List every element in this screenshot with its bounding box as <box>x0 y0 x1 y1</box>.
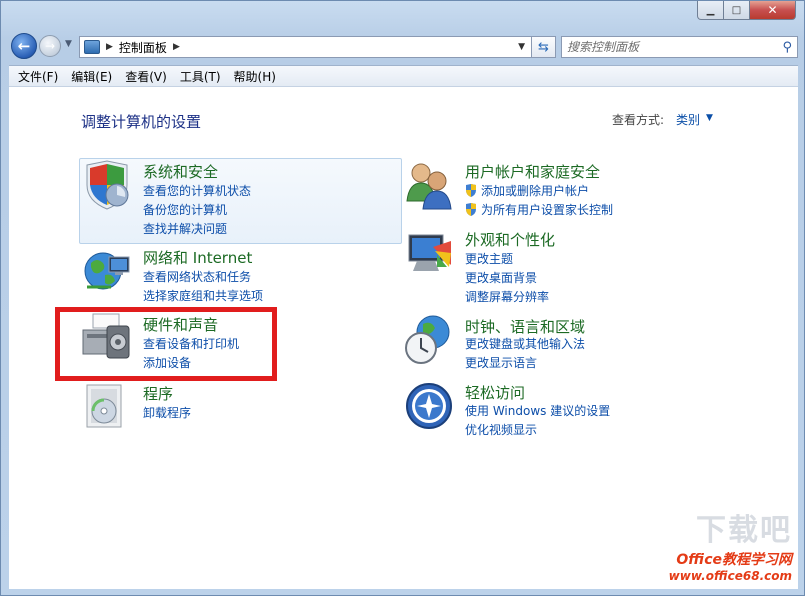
window-frame: ▁ □ ✕ ← → ▼ ▶ 控制面板 ▶ ▼ ⇆ ⚲ 文件(F) 编辑(E) 查… <box>0 0 805 596</box>
category-link[interactable]: 调整屏幕分辨率 <box>465 288 549 305</box>
address-dropdown-icon[interactable]: ▼ <box>518 42 525 52</box>
shield-icon <box>86 160 129 210</box>
menu-help[interactable]: 帮助(H) <box>229 68 281 85</box>
control-panel-icon <box>84 40 100 54</box>
menu-edit[interactable]: 编辑(E) <box>66 68 117 85</box>
clock-globe-icon <box>405 315 450 364</box>
breadcrumb-separator-icon[interactable]: ▶ <box>173 42 180 52</box>
category-title[interactable]: 外观和个性化 <box>465 229 555 250</box>
category-title[interactable]: 用户帐户和家庭安全 <box>465 161 600 182</box>
menu-tools[interactable]: 工具(T) <box>175 68 226 85</box>
breadcrumb-control-panel[interactable]: 控制面板 <box>119 39 167 56</box>
category-title[interactable]: 时钟、语言和区域 <box>465 316 585 337</box>
view-by-dropdown[interactable]: 类别 <box>676 111 700 128</box>
category-title[interactable]: 系统和安全 <box>143 161 218 182</box>
navigation-bar: ← → ▼ ▶ 控制面板 ▶ ▼ ⇆ ⚲ <box>9 33 798 61</box>
search-input[interactable] <box>567 40 767 54</box>
back-button[interactable]: ← <box>11 33 37 59</box>
uac-shield-icon <box>466 184 476 197</box>
programs-icon <box>86 384 122 428</box>
view-by-label: 查看方式: <box>612 113 665 127</box>
category-link[interactable]: 添加或删除用户帐户 <box>465 182 589 199</box>
menu-file[interactable]: 文件(F) <box>13 68 63 85</box>
category-link-label[interactable]: 添加或删除用户帐户 <box>481 184 589 198</box>
caption-buttons: ▁ □ ✕ <box>697 1 796 20</box>
highlight-annotation-box <box>55 307 277 381</box>
watermark-url: www.office68.com <box>668 569 792 583</box>
users-icon <box>406 163 452 210</box>
category-link-label[interactable]: 为所有用户设置家长控制 <box>481 203 613 217</box>
category-link[interactable]: 使用 Windows 建议的设置 <box>465 402 610 419</box>
category-link[interactable]: 更改键盘或其他输入法 <box>465 335 585 352</box>
address-bar[interactable]: ▶ 控制面板 ▶ ▼ <box>79 36 532 58</box>
category-link[interactable]: 更改桌面背景 <box>465 269 537 286</box>
category-link[interactable]: 查看网络状态和任务 <box>143 268 251 285</box>
maximize-button[interactable]: □ <box>724 1 750 20</box>
category-link[interactable]: 优化视频显示 <box>465 421 537 438</box>
page-title: 调整计算机的设置 <box>81 113 202 131</box>
close-button[interactable]: ✕ <box>750 1 796 20</box>
category-title[interactable]: 网络和 Internet <box>143 247 252 268</box>
watermark-logo: 下载吧 <box>696 513 792 548</box>
forward-arrow-icon: → <box>44 39 56 53</box>
minimize-button[interactable]: ▁ <box>697 1 724 20</box>
ease-of-access-icon <box>406 383 452 429</box>
category-link[interactable]: 查找并解决问题 <box>143 220 227 237</box>
breadcrumb-separator-icon[interactable]: ▶ <box>106 42 113 52</box>
category-link[interactable]: 为所有用户设置家长控制 <box>465 201 613 218</box>
category-link[interactable]: 备份您的计算机 <box>143 201 227 218</box>
category-title[interactable]: 程序 <box>143 383 173 404</box>
watermark: 下载吧 Office教程学习网 www.office68.com <box>669 505 792 583</box>
chevron-down-icon[interactable]: ▼ <box>706 113 713 123</box>
forward-button[interactable]: → <box>39 35 61 57</box>
globe-network-icon <box>84 252 130 290</box>
search-icon[interactable]: ⚲ <box>782 40 792 55</box>
menu-bar: 文件(F) 编辑(E) 查看(V) 工具(T) 帮助(H) <box>9 65 798 87</box>
category-link[interactable]: 选择家庭组和共享选项 <box>143 287 263 304</box>
back-arrow-icon: ← <box>17 37 31 55</box>
recent-pages-dropdown[interactable]: ▼ <box>65 39 72 49</box>
monitor-icon <box>408 234 451 271</box>
category-link[interactable]: 卸载程序 <box>143 404 191 421</box>
menu-view[interactable]: 查看(V) <box>120 68 172 85</box>
uac-shield-icon <box>466 203 476 216</box>
category-link[interactable]: 更改显示语言 <box>465 354 537 371</box>
search-box[interactable]: ⚲ <box>561 36 798 58</box>
category-title[interactable]: 轻松访问 <box>465 382 525 403</box>
category-link[interactable]: 更改主题 <box>465 250 513 267</box>
refresh-button[interactable]: ⇆ <box>532 36 556 58</box>
category-link[interactable]: 查看您的计算机状态 <box>143 182 251 199</box>
watermark-site-name: Office教程学习网 <box>676 552 792 568</box>
refresh-icon: ⇆ <box>538 39 549 55</box>
content-pane: 调整计算机的设置 查看方式: 类别 ▼ 系统和安全 查看您的计算机状态 备份您的… <box>9 87 798 589</box>
